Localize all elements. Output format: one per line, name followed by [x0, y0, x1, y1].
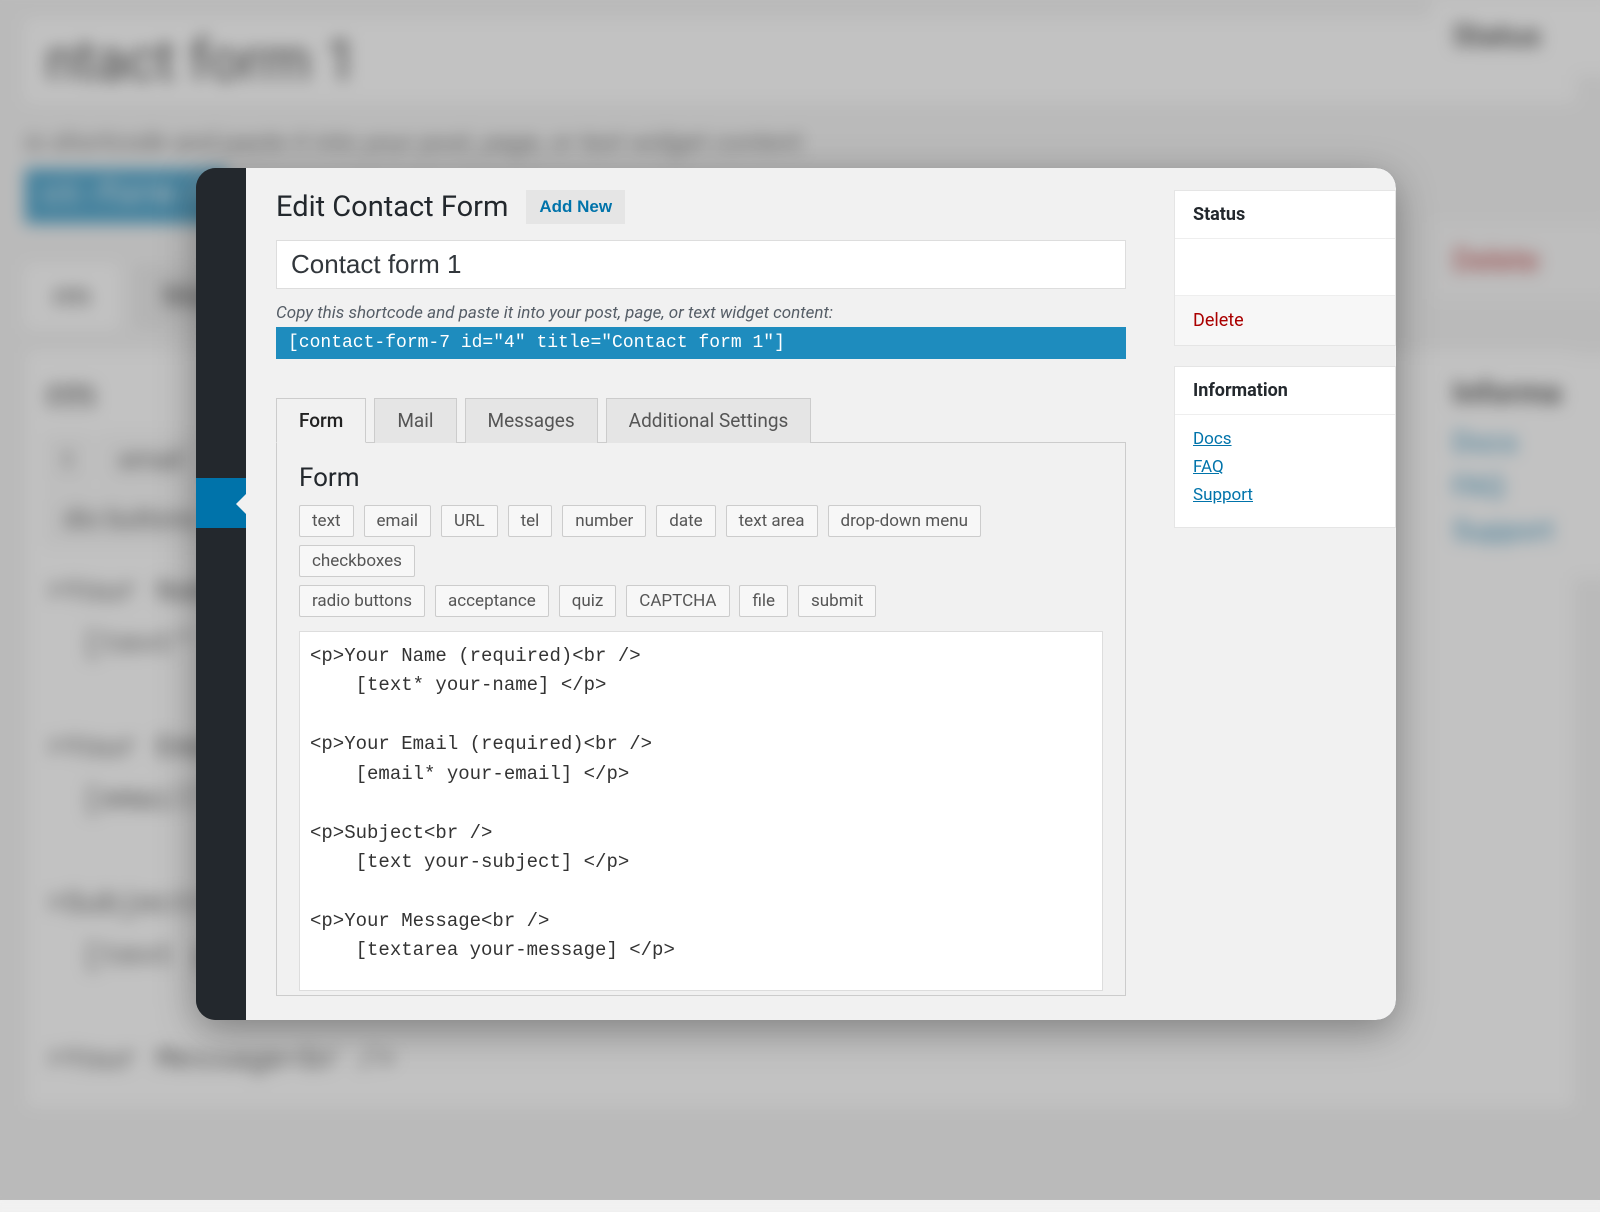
- form-panel-title: Form: [299, 463, 1103, 493]
- main-column: Edit Contact Form Add New Copy this shor…: [276, 190, 1144, 1020]
- information-metabox-title: Information: [1175, 367, 1395, 415]
- tag-submit-button[interactable]: submit: [798, 585, 876, 617]
- modal-body: Edit Contact Form Add New Copy this shor…: [246, 168, 1396, 1020]
- tag-quiz-button[interactable]: quiz: [559, 585, 617, 617]
- tag-file-button[interactable]: file: [739, 585, 788, 617]
- faq-link[interactable]: FAQ: [1193, 457, 1377, 477]
- admin-sidebar-strip: [196, 168, 246, 1020]
- form-template-editor[interactable]: <p>Your Name (required)<br /> [text* you…: [299, 631, 1103, 991]
- docs-link[interactable]: Docs: [1193, 429, 1377, 449]
- delete-link[interactable]: Delete: [1193, 310, 1244, 331]
- tab-form[interactable]: Form: [276, 398, 366, 443]
- status-metabox-body: [1175, 239, 1395, 295]
- status-metabox-title: Status: [1175, 191, 1395, 239]
- form-title-input[interactable]: [276, 240, 1126, 289]
- tag-button-row: text email URL tel number date text area…: [299, 505, 1103, 625]
- information-metabox-body: Docs FAQ Support: [1175, 415, 1395, 527]
- tag-checkboxes-button[interactable]: checkboxes: [299, 545, 415, 577]
- add-new-button[interactable]: Add New: [526, 190, 625, 224]
- tag-email-button[interactable]: email: [364, 505, 431, 537]
- shortcode-hint: Copy this shortcode and paste it into yo…: [276, 303, 1144, 323]
- modal-window: Edit Contact Form Add New Copy this shor…: [196, 168, 1396, 1020]
- side-column: Status Delete Information Docs FAQ Suppo…: [1174, 190, 1396, 1020]
- tag-dropdown-button[interactable]: drop-down menu: [828, 505, 981, 537]
- sidebar-arrow-icon: [236, 492, 248, 516]
- tag-acceptance-button[interactable]: acceptance: [435, 585, 549, 617]
- support-link[interactable]: Support: [1193, 485, 1377, 505]
- tag-number-button[interactable]: number: [562, 505, 646, 537]
- status-metabox: Status Delete: [1174, 190, 1396, 346]
- page-heading: Edit Contact Form Add New: [276, 190, 1144, 224]
- tab-additional-settings[interactable]: Additional Settings: [606, 398, 812, 443]
- tag-date-button[interactable]: date: [656, 505, 715, 537]
- tag-textarea-button[interactable]: text area: [726, 505, 818, 537]
- status-metabox-footer: Delete: [1175, 295, 1395, 345]
- information-metabox: Information Docs FAQ Support: [1174, 366, 1396, 528]
- tag-url-button[interactable]: URL: [441, 505, 498, 537]
- tag-radiobuttons-button[interactable]: radio buttons: [299, 585, 425, 617]
- shortcode-field[interactable]: [276, 327, 1126, 359]
- tab-mail[interactable]: Mail: [374, 398, 456, 443]
- tab-messages[interactable]: Messages: [465, 398, 598, 443]
- tabs: Form Mail Messages Additional Settings: [276, 397, 1126, 442]
- tag-tel-button[interactable]: tel: [508, 505, 553, 537]
- page-title: Edit Contact Form: [276, 190, 508, 224]
- tag-text-button[interactable]: text: [299, 505, 354, 537]
- form-panel: Form text email URL tel number date text…: [276, 442, 1126, 996]
- tag-captcha-button[interactable]: CAPTCHA: [626, 585, 729, 617]
